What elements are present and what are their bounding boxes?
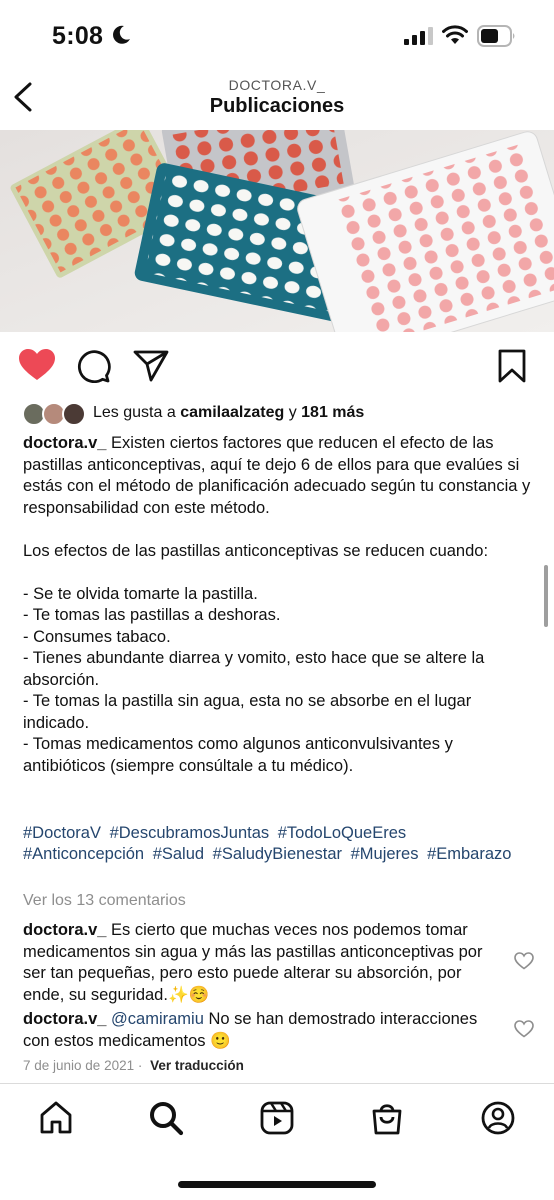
profile-icon[interactable] [480,1100,516,1141]
caption-effects-intro: Los efectos de las pastillas anticoncept… [23,542,489,560]
home-icon[interactable] [38,1100,74,1141]
heart-filled-icon[interactable] [19,349,55,386]
comment-icon[interactable] [77,349,111,388]
comment-mention[interactable]: @camiramiu [111,1010,204,1028]
post-header: DOCTORA.V_ Publicaciones [0,68,554,130]
likes-count[interactable]: 181 más [301,404,364,421]
post-caption: doctora.v_ Existen ciertos factores que … [23,433,538,777]
hashtag-link[interactable]: #DoctoraV [23,824,101,842]
wifi-icon [442,25,468,50]
list-item: - Tienes abundante diarrea y vomito, est… [23,649,485,689]
post-photo[interactable] [0,130,554,332]
hashtag-link[interactable]: #Salud [153,845,204,863]
action-bar [0,345,554,389]
page-title: Publicaciones [209,95,345,117]
likes-prefix: Les gusta a [93,404,176,421]
status-time: 5:08 [52,22,104,50]
meta-separator: · [137,1058,143,1073]
hashtag-link[interactable]: #SaludyBienestar [213,845,342,863]
comment-username[interactable]: doctora.v_ [23,1010,106,1028]
liker-avatars [22,402,88,426]
heart-outline-icon[interactable] [514,952,534,975]
caption-intro: doctora.v_ Existen ciertos factores que … [23,433,538,519]
caption-username[interactable]: doctora.v_ [23,434,106,452]
status-bar: 5:08 [0,0,554,68]
shop-icon[interactable] [369,1100,405,1141]
hashtag-link[interactable]: #Mujeres [351,845,419,863]
comment-item: doctora.v_ @camiramiu No se han demostra… [23,1009,493,1052]
list-item: - Consumes tabaco. [23,627,171,646]
liker-username[interactable]: camilaalzateg [180,404,284,421]
list-item: - Te tomas la pastilla sin agua, esta no… [23,692,472,732]
likes-text: Les gusta a camilaalzateg y 181 más [93,404,364,422]
caption-list: - Se te olvida tomarte la pastilla. - Te… [23,584,538,778]
home-indicator [178,1181,376,1188]
bookmark-icon[interactable] [498,349,526,388]
header-username: DOCTORA.V_ [228,77,326,93]
avatar [62,402,86,426]
likes-connector: y [288,404,297,421]
search-icon[interactable] [148,1100,184,1141]
view-all-comments-link[interactable]: Ver los 13 comentarios [23,892,186,910]
list-item: - Se te olvida tomarte la pastilla. [23,584,258,603]
post-date: 7 de junio de 2021 [23,1058,135,1073]
reels-icon[interactable] [259,1100,295,1141]
likes-row[interactable]: Les gusta a camilaalzateg y 181 más [22,401,542,427]
scrollbar[interactable] [544,565,548,627]
list-item: - Te tomas las pastillas a deshoras. [23,606,281,624]
battery-icon [477,25,517,52]
comment-item: doctora.v_ Es cierto que muchas veces no… [23,920,493,1006]
bottom-nav [0,1083,554,1200]
post-meta: 7 de junio de 2021 · Ver traducción [23,1058,244,1073]
hashtag-link[interactable]: #DescubramosJuntas [110,824,270,842]
hashtags: #DoctoraV #DescubramosJuntas #TodoLoQueE… [23,823,538,865]
moon-icon [111,24,131,51]
hashtag-link[interactable]: #TodoLoQueEres [278,824,406,842]
cellular-signal-icon [404,27,434,50]
hashtag-link[interactable]: #Embarazo [427,845,511,863]
comment-username[interactable]: doctora.v_ [23,921,106,939]
translate-link[interactable]: Ver traducción [150,1058,244,1073]
share-paper-plane-icon[interactable] [133,349,169,388]
heart-outline-icon[interactable] [514,1020,534,1043]
list-item: - Tomas medicamentos como algunos antico… [23,735,453,775]
hashtag-link[interactable]: #Anticoncepción [23,845,144,863]
